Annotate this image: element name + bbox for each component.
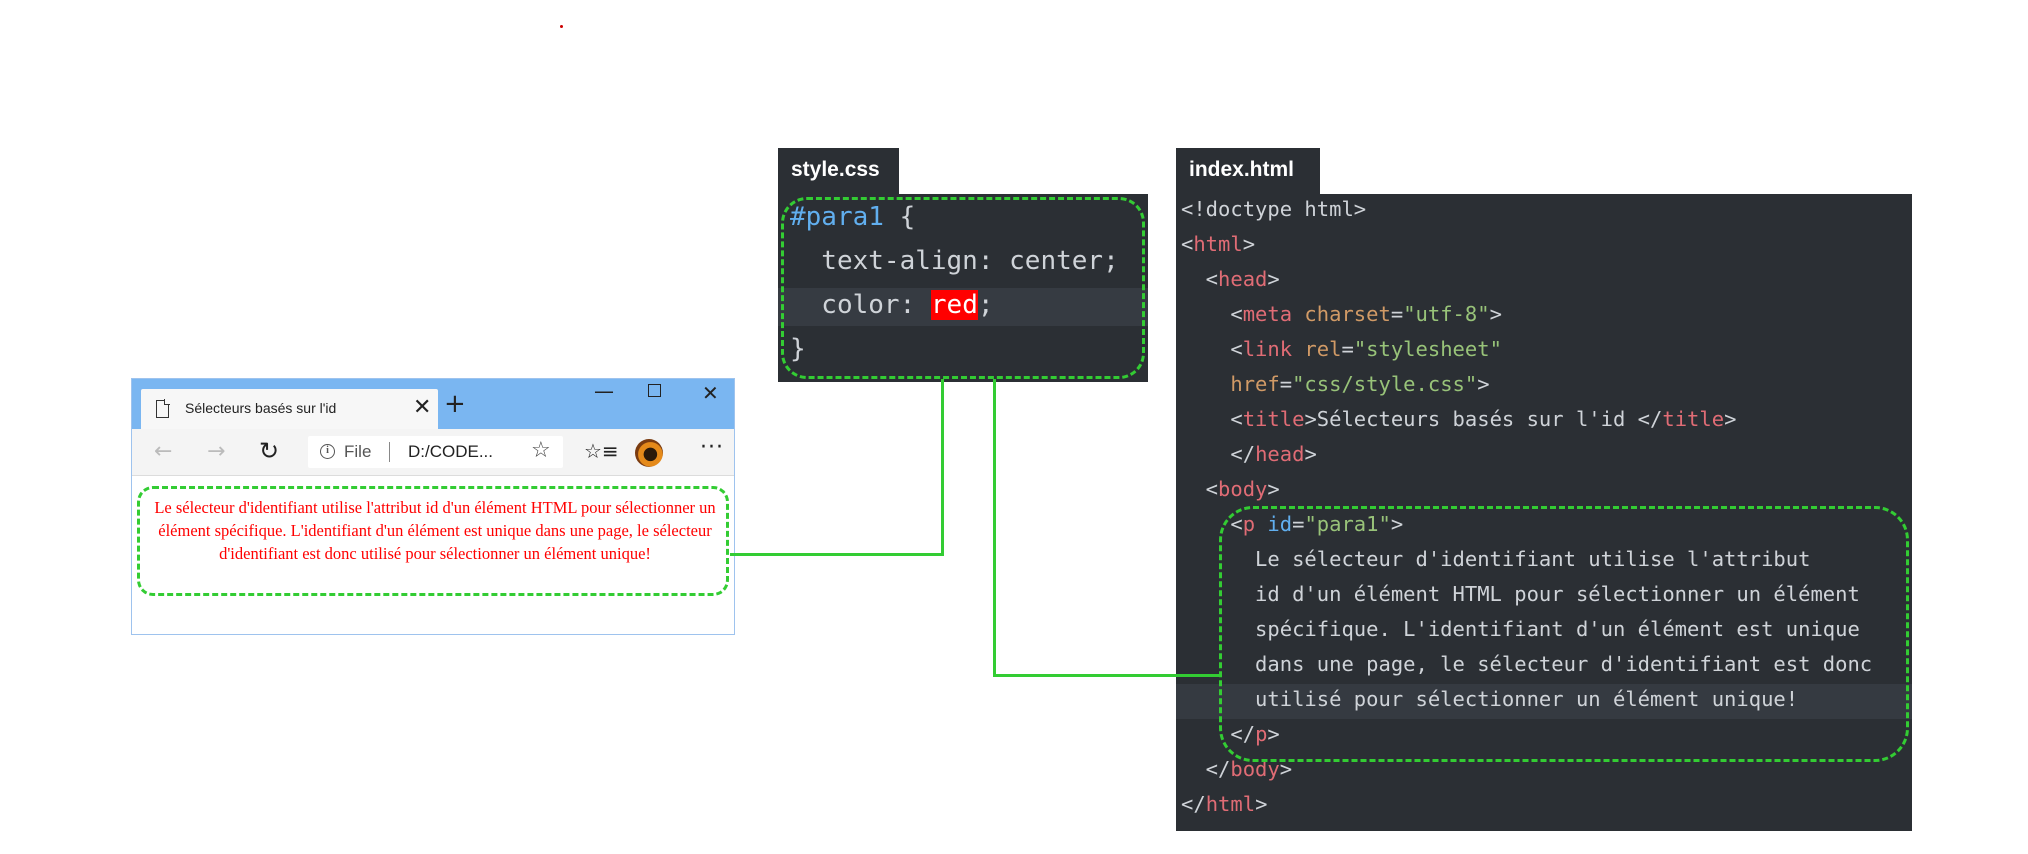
- connector-line: [993, 379, 996, 677]
- stray-dot: [560, 25, 563, 28]
- code-line: href="css/style.css">: [1181, 372, 1490, 396]
- address-url[interactable]: D:/CODE...: [408, 442, 493, 462]
- connector-line: [730, 553, 944, 556]
- profile-avatar[interactable]: [635, 439, 663, 467]
- code-line: <title>Sélecteurs basés sur l'id </title…: [1181, 407, 1737, 431]
- paragraph-element-highlight: [1219, 506, 1909, 762]
- close-window-icon[interactable]: ✕: [702, 381, 719, 405]
- connector-line: [941, 379, 944, 556]
- code-line: <body>: [1181, 477, 1280, 501]
- tab-title: Sélecteurs basés sur l'id: [185, 400, 337, 416]
- code-line: <html>: [1181, 232, 1256, 256]
- browser-window: Sélecteurs basés sur l'id ✕ + — ✕ ← → ↻ …: [131, 378, 735, 635]
- css-file-tab: style.css: [778, 148, 899, 194]
- address-scheme-label: File: [344, 442, 372, 461]
- maximize-icon[interactable]: [648, 384, 661, 397]
- browser-tab[interactable]: Sélecteurs basés sur l'id ✕: [141, 389, 438, 429]
- favorite-star-icon[interactable]: ☆: [531, 438, 551, 463]
- address-separator: [389, 442, 390, 462]
- favorites-list-icon[interactable]: ☆≡: [584, 439, 619, 463]
- tab-close-icon[interactable]: ✕: [413, 395, 431, 420]
- refresh-icon[interactable]: ↻: [259, 437, 279, 465]
- page-content: Le sélecteur d'identifiant utilise l'att…: [132, 476, 734, 634]
- minimize-icon[interactable]: —: [594, 379, 614, 403]
- connector-line: [993, 674, 1220, 677]
- forward-arrow-icon[interactable]: →: [207, 439, 225, 464]
- css-rule-highlight: [781, 197, 1145, 379]
- html-file-tab: index.html: [1176, 148, 1320, 194]
- code-line: <!doctype html>: [1181, 197, 1367, 221]
- code-line: </html>: [1181, 792, 1268, 816]
- browser-titlebar: Sélecteurs basés sur l'id ✕ + — ✕: [132, 379, 734, 429]
- code-line: <meta charset="utf-8">: [1181, 302, 1502, 326]
- new-tab-icon[interactable]: +: [444, 391, 466, 417]
- code-line: <head>: [1181, 267, 1280, 291]
- paragraph-highlight: [137, 486, 729, 596]
- browser-toolbar: ← → ↻ i File D:/CODE... ☆ ☆≡ ···: [132, 429, 734, 476]
- page-icon: [156, 399, 170, 418]
- more-options-icon[interactable]: ···: [700, 435, 724, 460]
- code-line: </head>: [1181, 442, 1317, 466]
- code-line: <link rel="stylesheet": [1181, 337, 1502, 361]
- info-icon[interactable]: i: [320, 444, 335, 459]
- back-arrow-icon[interactable]: ←: [154, 439, 172, 464]
- address-bar[interactable]: i File D:/CODE... ☆: [308, 436, 563, 468]
